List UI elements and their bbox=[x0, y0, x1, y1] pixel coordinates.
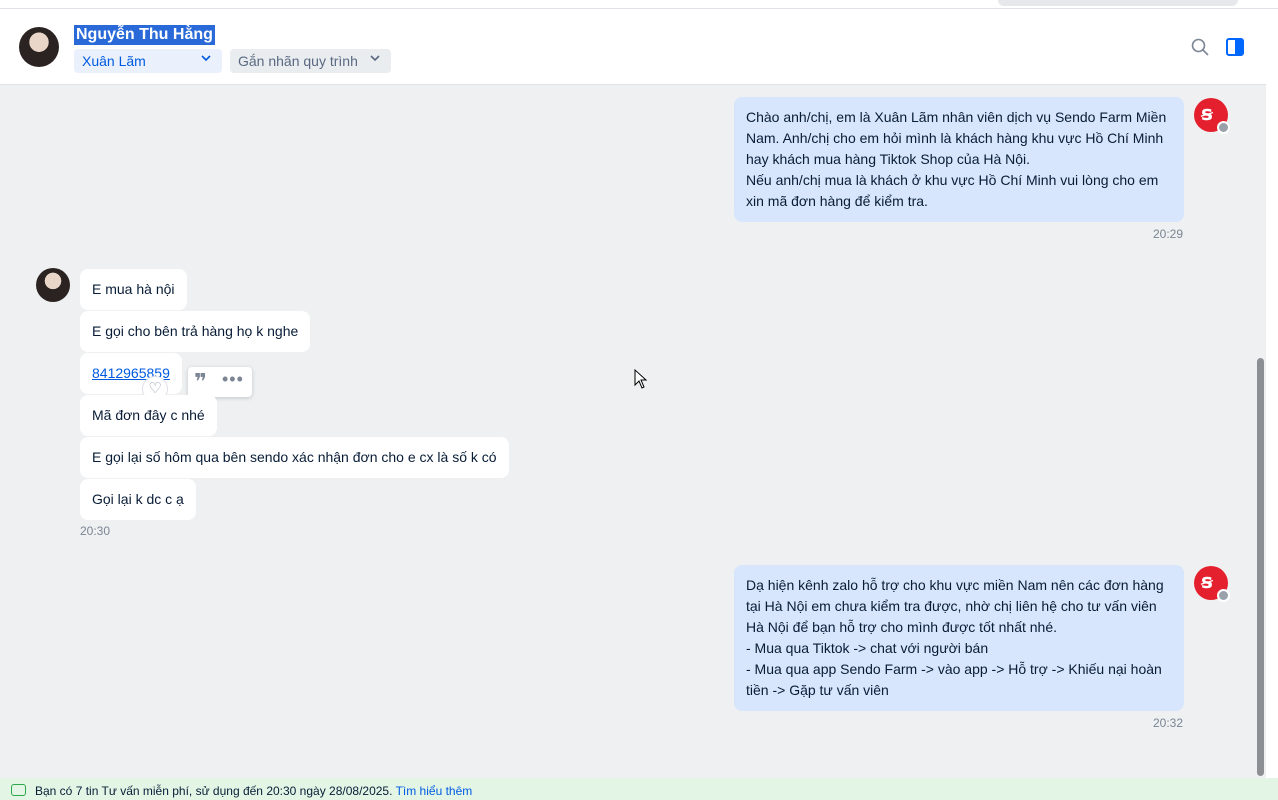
popup-shadow bbox=[998, 0, 1238, 6]
customer-avatar[interactable] bbox=[36, 268, 70, 302]
banner-text: Bạn có 7 tin Tư vấn miễn phí, sử dụng đế… bbox=[35, 784, 393, 798]
chat-header: Nguyễn Thu Hằng Xuân Lãm Gắn nhãn quy tr… bbox=[0, 9, 1266, 85]
agent-badge-icon bbox=[1217, 121, 1230, 134]
quote-icon[interactable]: ❞ bbox=[194, 369, 207, 395]
message-icon bbox=[11, 784, 26, 796]
scrollbar-thumb[interactable] bbox=[1257, 358, 1264, 776]
message-time: 20:30 bbox=[80, 524, 111, 538]
outgoing-message[interactable]: Chào anh/chị, em là Xuân Lãm nhân viên d… bbox=[734, 97, 1184, 222]
message-text: Chào anh/chị, em là Xuân Lãm nhân viên d… bbox=[746, 109, 1167, 167]
message-text: Nếu anh/chị mua là khách ở khu vực Hồ Ch… bbox=[746, 172, 1159, 209]
flow-tag-select[interactable]: Gắn nhãn quy trình bbox=[230, 49, 391, 73]
incoming-message[interactable]: Mã đơn đây c nhé bbox=[80, 395, 217, 436]
free-consult-banner: Bạn có 7 tin Tư vấn miễn phí, sử dụng đế… bbox=[0, 778, 1278, 800]
message-text: Dạ hiện kênh zalo hỗ trợ cho khu vực miề… bbox=[746, 577, 1164, 635]
sidebar-toggle-icon[interactable] bbox=[1226, 38, 1244, 56]
message-actions-bar: ❞ ••• bbox=[188, 367, 252, 397]
contact-name[interactable]: Nguyễn Thu Hằng bbox=[74, 25, 215, 45]
more-icon[interactable]: ••• bbox=[222, 369, 244, 390]
message-time: 20:29 bbox=[1153, 227, 1184, 241]
incoming-message[interactable]: E gọi lại số hôm qua bên sendo xác nhận … bbox=[80, 437, 509, 478]
assignee-label: Xuân Lãm bbox=[82, 53, 146, 69]
mouse-cursor-icon bbox=[634, 368, 648, 389]
incoming-message[interactable]: E gọi cho bên trả hàng họ k nghe bbox=[80, 311, 311, 352]
search-icon[interactable] bbox=[1190, 37, 1210, 57]
flow-tag-label: Gắn nhãn quy trình bbox=[238, 53, 358, 69]
sendo-avatar[interactable]: ꞩ bbox=[1194, 98, 1230, 134]
incoming-message[interactable]: Gọi lại k dc c ạ bbox=[80, 479, 196, 520]
message-text: - Mua qua app Sendo Farm -> vào app -> H… bbox=[746, 661, 1162, 698]
top-strip bbox=[0, 0, 1278, 9]
message-time: 20:32 bbox=[1153, 716, 1184, 730]
sendo-logo-icon: ꞩ bbox=[1201, 103, 1213, 125]
learn-more-link[interactable]: Tìm hiểu thêm bbox=[396, 784, 473, 798]
outgoing-message[interactable]: Dạ hiện kênh zalo hỗ trợ cho khu vực miề… bbox=[734, 565, 1184, 711]
sendo-avatar[interactable]: ꞩ bbox=[1194, 566, 1230, 602]
chevron-down-icon bbox=[369, 52, 381, 67]
message-text: - Mua qua Tiktok -> chat với người bán bbox=[746, 640, 989, 656]
incoming-message[interactable]: E mua hà nội bbox=[80, 269, 187, 310]
chevron-down-icon bbox=[200, 52, 212, 67]
sendo-logo-icon: ꞩ bbox=[1201, 571, 1213, 593]
assignee-select[interactable]: Xuân Lãm bbox=[74, 49, 222, 73]
scrollbar-track[interactable] bbox=[1266, 9, 1278, 778]
contact-avatar[interactable] bbox=[19, 27, 59, 67]
agent-badge-icon bbox=[1217, 589, 1230, 602]
